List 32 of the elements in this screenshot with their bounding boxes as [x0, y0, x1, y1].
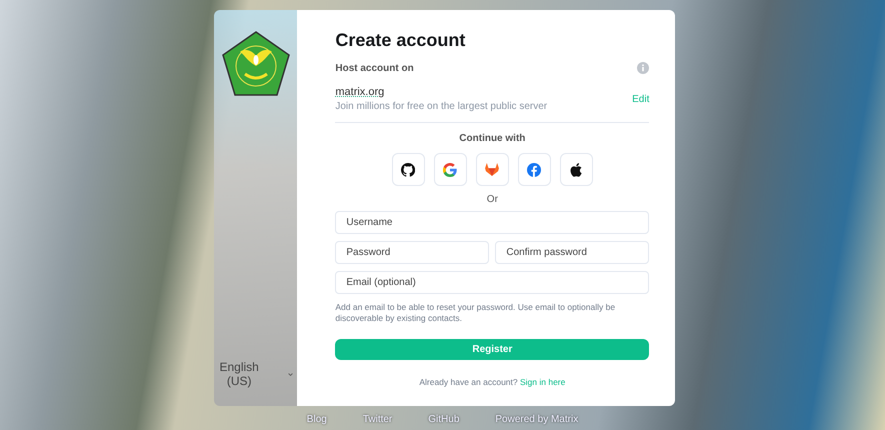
edit-link[interactable]: Edit: [632, 94, 650, 104]
facebook-icon: [527, 162, 542, 176]
footer-link[interactable]: GitHub: [428, 414, 460, 425]
form-title: Create account: [335, 30, 466, 51]
footer-link[interactable]: Blog: [306, 414, 327, 425]
footer-link[interactable]: Powered by Matrix: [495, 414, 578, 425]
google-icon: [443, 162, 458, 176]
server-name: matrix.org: [335, 86, 386, 98]
host-label: Host account on: [335, 62, 414, 74]
sign-in-link[interactable]: Sign in here: [520, 377, 566, 388]
facebook-sign-in-button[interactable]: [518, 153, 551, 186]
email-hint: Add an email to be able to reset your password. Use email to optionally be discoverable by existing contacts.: [335, 302, 616, 324]
input-field[interactable]: Username: [335, 211, 650, 234]
input-field[interactable]: Email (optional): [335, 271, 650, 294]
google-sign-in-button[interactable]: [434, 153, 467, 186]
input-field[interactable]: Password: [335, 241, 490, 264]
gitlab-sign-in-button[interactable]: [476, 153, 509, 186]
continue-with-label: Continue with: [458, 133, 526, 144]
server-description: Join millions for free on the largest public server: [335, 101, 548, 112]
input-field[interactable]: Confirm password: [495, 241, 650, 264]
language-dropdown[interactable]: English (US): [214, 358, 298, 390]
chevron-down-icon: [288, 372, 294, 376]
apple-sign-in-button[interactable]: [560, 153, 593, 186]
github-icon: [401, 162, 416, 176]
register-button[interactable]: Register: [335, 339, 650, 360]
footer-link[interactable]: Twitter: [362, 414, 392, 425]
sign-in-prompt: Already have an account? Sign in here: [418, 377, 566, 388]
or-separator: Or: [486, 194, 499, 205]
gitlab-icon: [485, 163, 500, 176]
university-emblem-drawing: [220, 30, 291, 98]
apple-icon: [570, 162, 582, 176]
github-sign-in-button[interactable]: [392, 153, 425, 186]
